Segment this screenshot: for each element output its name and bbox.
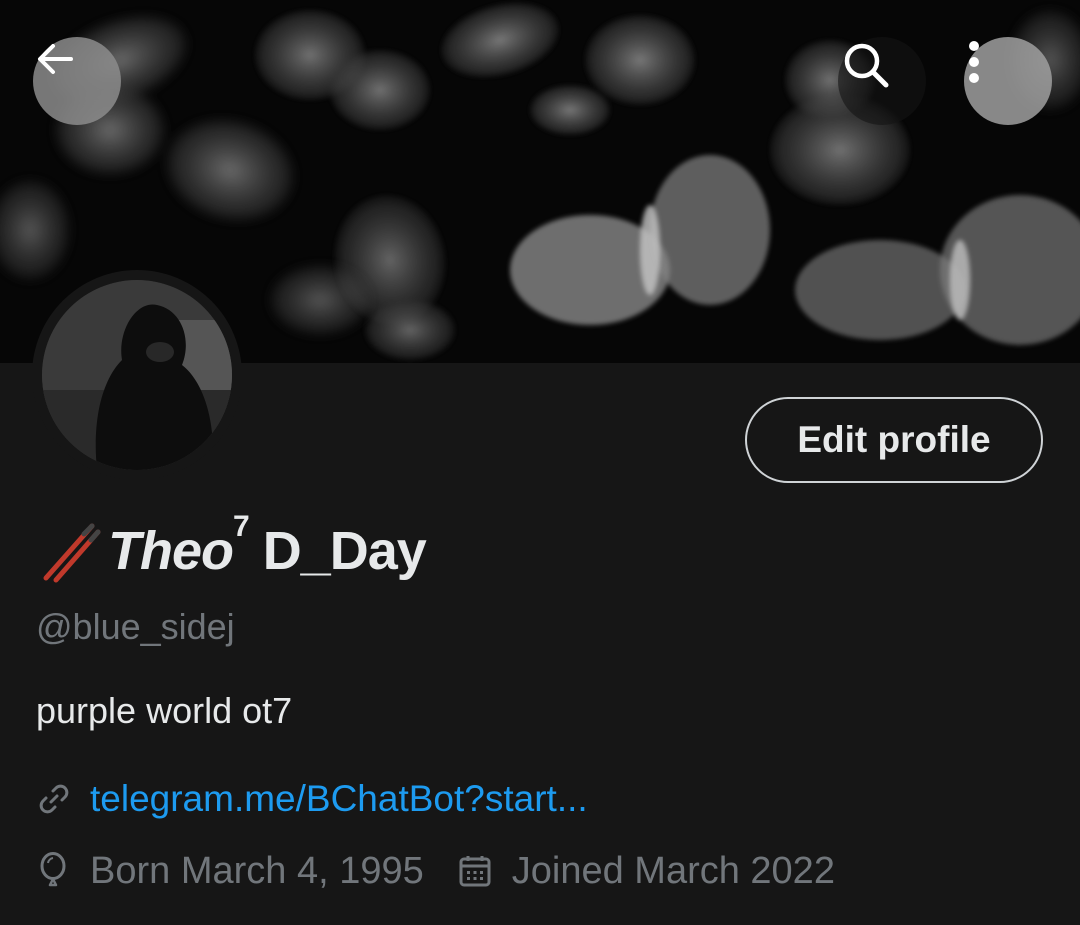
avatar-image	[42, 280, 232, 470]
profile-meta: Born March 4, 1995 Joined March 2022	[36, 846, 835, 896]
search-icon	[844, 43, 889, 88]
joined-date: Joined March 2022	[511, 849, 835, 892]
display-name: Theo7 D_Day	[36, 510, 427, 583]
website-row: telegram.me/BChatBot?start...	[36, 775, 588, 823]
name-part-dday: D_Day	[262, 521, 427, 581]
name-part-theo: Theo	[108, 521, 234, 581]
search-button[interactable]	[838, 37, 926, 125]
link-icon	[39, 784, 69, 814]
profile-bio: purple world ot7	[36, 690, 293, 731]
more-options-button[interactable]	[964, 37, 1052, 125]
chopsticks-icon	[43, 523, 101, 583]
username-handle: @blue_sidej	[36, 606, 235, 647]
birth-date: Born March 4, 1995	[90, 849, 424, 892]
name-superscript: 7	[233, 510, 250, 543]
website-link[interactable]: telegram.me/BChatBot?start...	[90, 778, 588, 820]
avatar[interactable]	[42, 280, 232, 470]
balloon-icon	[40, 852, 66, 887]
back-button[interactable]	[33, 37, 121, 125]
arrow-left-icon	[38, 44, 73, 74]
more-vertical-icon	[969, 41, 979, 83]
edit-profile-button[interactable]: Edit profile	[745, 397, 1043, 483]
calendar-icon	[459, 856, 491, 887]
